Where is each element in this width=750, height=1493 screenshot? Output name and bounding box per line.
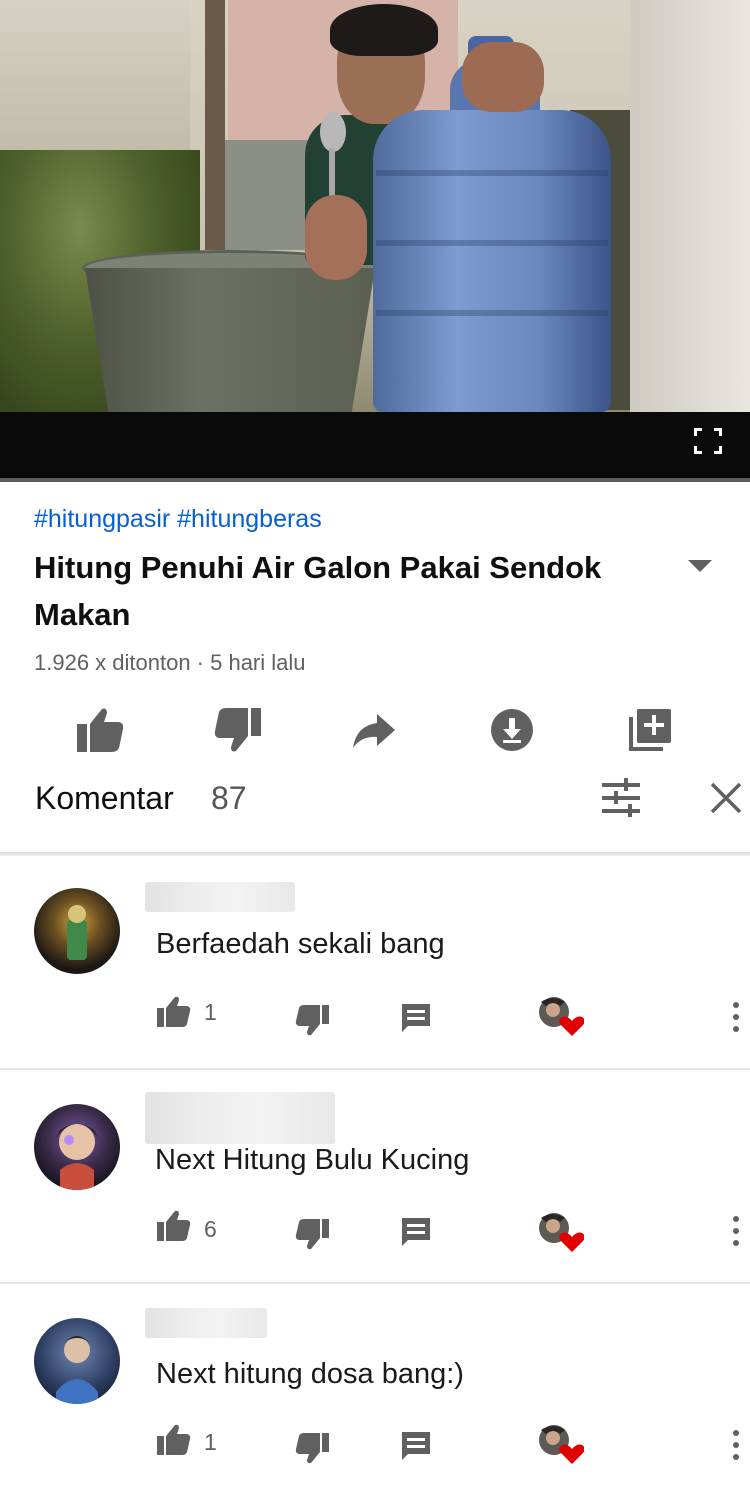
comment-text: Berfaedah sekali bang (156, 928, 445, 960)
thumb-up-icon (77, 708, 124, 752)
like-button[interactable] (70, 700, 130, 760)
creator-heart-icon (539, 1213, 584, 1252)
share-icon (353, 714, 395, 748)
comment-like-count: 6 (204, 1216, 217, 1242)
video-player[interactable] (0, 0, 750, 482)
avatar-image (67, 905, 87, 960)
close-icon[interactable] (706, 778, 746, 818)
reply-icon[interactable] (400, 1430, 432, 1462)
comment-text: Next hitung dosa bang:) (156, 1358, 464, 1390)
reply-icon[interactable] (400, 1216, 432, 1248)
thumb-up-icon[interactable] (156, 996, 192, 1028)
spoon (320, 112, 346, 152)
reply-icon[interactable] (400, 1002, 432, 1034)
download-button[interactable] (482, 700, 542, 760)
player-control-bar (0, 412, 750, 482)
thumb-down-icon (214, 708, 261, 752)
video-action-row (0, 700, 750, 762)
comment-text: Next Hitung Bulu Kucing (155, 1144, 470, 1176)
thumb-down-icon[interactable] (294, 1004, 330, 1036)
more-options-icon[interactable] (726, 1000, 746, 1036)
more-options-icon[interactable] (726, 1428, 746, 1464)
thumb-up-icon[interactable] (156, 1210, 192, 1242)
avatar[interactable] (34, 1104, 120, 1190)
comment-item: Berfaedah sekali bang 1 (0, 856, 750, 1070)
chevron-down-icon[interactable] (686, 558, 714, 574)
video-progress-bar[interactable] (0, 478, 750, 482)
video-frame[interactable] (0, 0, 750, 412)
comment-like-count: 1 (204, 1429, 217, 1455)
save-to-playlist-button[interactable] (620, 700, 680, 760)
water-jug-band (376, 310, 608, 316)
video-hashtags[interactable]: #hitungpasir #hitungberas (34, 505, 322, 534)
dislike-button[interactable] (208, 700, 268, 760)
comments-count: 87 (211, 780, 247, 816)
avatar-image (56, 1124, 98, 1190)
comments-header: Komentar 87 (0, 770, 750, 830)
person-hand (462, 42, 544, 112)
share-button[interactable] (344, 700, 404, 760)
person-hair (330, 4, 438, 56)
video-title: Hitung Penuhi Air Galon Pakai Sendok Mak… (34, 550, 602, 632)
fullscreen-icon[interactable] (692, 426, 724, 456)
avatar[interactable] (34, 1318, 120, 1404)
comment-item: Next Hitung Bulu Kucing 6 (0, 1070, 750, 1284)
download-icon (491, 709, 533, 751)
background-pole (205, 0, 225, 250)
water-jug (373, 110, 611, 412)
water-jug-band (376, 240, 608, 246)
person-hand (305, 195, 367, 280)
background-right-wall (630, 0, 750, 412)
thumb-down-icon[interactable] (294, 1218, 330, 1250)
avatar-image (56, 1336, 98, 1404)
author-name-redacted (145, 1308, 267, 1338)
video-view-meta: 1.926 x ditonton · 5 hari lalu (34, 650, 306, 675)
thumb-down-icon[interactable] (294, 1432, 330, 1464)
thumb-up-icon[interactable] (156, 1424, 192, 1456)
water-jug-band (376, 170, 608, 176)
creator-heart-icon (539, 997, 584, 1036)
avatar[interactable] (34, 888, 120, 974)
comments-label: Komentar (35, 780, 174, 816)
sort-icon[interactable] (598, 776, 644, 820)
add-to-playlist-icon (629, 709, 671, 751)
comment-like-count: 1 (204, 999, 217, 1025)
more-options-icon[interactable] (726, 1214, 746, 1250)
author-name-redacted (145, 882, 295, 912)
creator-heart-icon (539, 1425, 584, 1464)
comment-item: Next hitung dosa bang:) 1 (0, 1284, 750, 1493)
author-name-redacted (145, 1092, 335, 1144)
